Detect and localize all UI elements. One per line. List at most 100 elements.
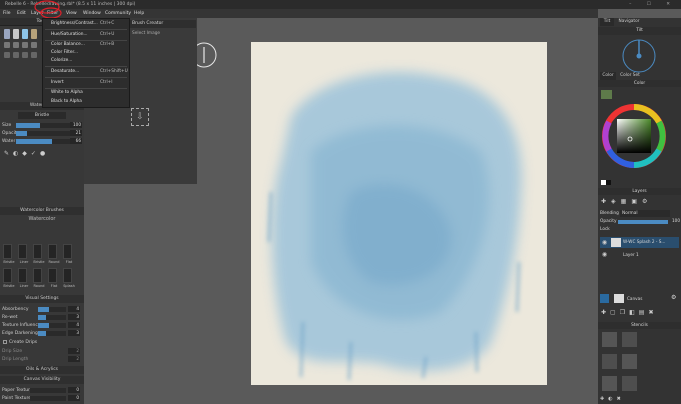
menu-item-color-balance[interactable]: Color Balance...: [51, 41, 85, 49]
menu-item-white-to-alpha[interactable]: White to Alpha: [51, 89, 83, 97]
stencil-add-icon[interactable]: ✚: [600, 396, 608, 402]
opacity-slider[interactable]: [16, 131, 70, 136]
current-color-swatch[interactable]: [601, 90, 612, 99]
brush-tool-icon[interactable]: [4, 29, 10, 39]
paper-texture-slider[interactable]: [30, 388, 66, 393]
color-wheel[interactable]: [600, 102, 672, 174]
visibility-eye-icon[interactable]: ◉: [601, 251, 608, 258]
edge-darkening-value[interactable]: 3: [68, 330, 80, 336]
brush-preset-10[interactable]: Splash: [63, 268, 75, 288]
menu-item-color-filter[interactable]: Color Filter...: [51, 49, 78, 57]
stencil-thumb-2[interactable]: [622, 332, 637, 347]
brush-preset-8[interactable]: Round: [33, 268, 45, 288]
select-tool-icon[interactable]: [31, 42, 37, 48]
layer-row[interactable]: ◉ Layer 1: [600, 250, 679, 259]
drop-image-icon[interactable]: ⇩: [131, 108, 149, 126]
brush-preset-5[interactable]: Flat: [63, 244, 72, 264]
stencil-thumb-6[interactable]: [622, 376, 637, 391]
add-layer-icon[interactable]: ✚: [601, 309, 610, 316]
brush-preset-3[interactable]: Bristle: [33, 244, 45, 264]
dry-layer-icon[interactable]: ◈: [611, 198, 621, 205]
mask-icon[interactable]: ◧: [629, 309, 639, 316]
dry-tool-icon[interactable]: [4, 52, 10, 58]
primary-color-swatch[interactable]: [606, 180, 611, 185]
texture-influence-value[interactable]: 4: [68, 322, 80, 328]
tilt-icon[interactable]: ✎: [4, 150, 13, 157]
texture-influence-slider[interactable]: [38, 323, 66, 328]
load-icon[interactable]: ✓: [31, 150, 40, 157]
edge-darkening-slider[interactable]: [38, 331, 66, 336]
absorbency-slider[interactable]: [38, 307, 66, 312]
menu-item-invert[interactable]: Invert: [51, 79, 64, 87]
paper-canvas[interactable]: [251, 42, 547, 385]
brush-preset-9[interactable]: Flat: [48, 268, 57, 288]
create-drips-checkbox[interactable]: [3, 340, 7, 344]
tab-color-set[interactable]: Color Set: [618, 72, 642, 80]
lock-icon[interactable]: ▤: [639, 309, 649, 316]
rewet-slider[interactable]: [38, 315, 66, 320]
brush-preset-6[interactable]: Bristle: [3, 268, 15, 288]
stencil-invert-icon[interactable]: ◐: [608, 396, 616, 402]
fill-tool-icon[interactable]: [22, 52, 28, 58]
blending-select[interactable]: Normal: [620, 210, 670, 217]
stencil-thumb-4[interactable]: [622, 354, 637, 369]
oils-acrylics-header[interactable]: Oils & Acrylics: [0, 366, 84, 374]
picker-tool-icon[interactable]: [31, 52, 37, 58]
eraser-tool-icon[interactable]: [4, 42, 10, 48]
layer-opacity-value[interactable]: 100: [668, 218, 680, 223]
water-value[interactable]: 66: [70, 138, 82, 144]
blend-tool-icon[interactable]: [22, 42, 28, 48]
rewet-value[interactable]: 3: [68, 314, 80, 320]
tilt-indicator-icon[interactable]: [618, 36, 660, 76]
oil-tool-icon[interactable]: [31, 29, 37, 39]
wet-icon[interactable]: ◆: [22, 150, 31, 157]
menu-item-colorize[interactable]: Colorize...: [51, 57, 72, 65]
tab-navigator[interactable]: Navigator: [615, 18, 643, 26]
visibility-eye-icon[interactable]: ◉: [601, 239, 608, 246]
paint-texture-slider[interactable]: [30, 396, 66, 401]
merge-layer-icon[interactable]: ▣: [631, 198, 642, 205]
brush-preset-4[interactable]: Round: [48, 244, 60, 264]
select-image-label[interactable]: Select Image: [130, 30, 196, 37]
stencil-delete-icon[interactable]: ✖: [617, 396, 625, 402]
trash-icon[interactable]: ✖: [648, 309, 657, 316]
stencil-thumb-1[interactable]: [602, 332, 617, 347]
menu-item-brightness[interactable]: Brightness/Contrast...: [51, 20, 98, 28]
brush-preset-7[interactable]: Liner: [18, 268, 28, 288]
drip-length-value[interactable]: 2: [68, 356, 80, 362]
stencil-thumb-3[interactable]: [602, 354, 617, 369]
wet-layer-icon[interactable]: ▦: [621, 198, 632, 205]
menu-item-black-to-alpha[interactable]: Black to Alpha: [51, 98, 82, 106]
canvas-visibility-header[interactable]: Canvas Visibility: [0, 376, 84, 384]
smudge-tool-icon[interactable]: [13, 42, 19, 48]
water-slider[interactable]: [16, 139, 70, 144]
layer-settings-icon[interactable]: ⚙: [642, 198, 652, 205]
paper-texture-value[interactable]: 0: [68, 387, 80, 393]
pressure-icon[interactable]: ◐: [13, 150, 22, 157]
copy-icon[interactable]: ❐: [620, 309, 629, 316]
watercolor-tool-icon[interactable]: [22, 29, 28, 39]
stencil-thumb-5[interactable]: [602, 376, 617, 391]
layer-row-selected[interactable]: ◉ W-WC Splash 2 - S...: [600, 237, 679, 248]
menu-item-desaturate[interactable]: Desaturate...: [51, 68, 79, 76]
canvas-visibility-icon[interactable]: [600, 294, 609, 303]
canvas-row[interactable]: Canvas ⚙: [600, 294, 679, 304]
brush-category-select[interactable]: Watercolor: [0, 216, 84, 223]
size-slider[interactable]: [16, 123, 70, 128]
pencil-tool-icon[interactable]: [13, 29, 19, 39]
wet-tool-icon[interactable]: [13, 52, 19, 58]
size-value[interactable]: 100: [70, 122, 82, 128]
drip-size-value[interactable]: 2: [68, 348, 80, 354]
menu-item-hue-saturation[interactable]: Hue/Saturation...: [51, 31, 88, 39]
folder-icon[interactable]: ▢: [610, 309, 620, 316]
pick-icon[interactable]: ●: [40, 150, 49, 157]
opacity-value[interactable]: 21: [70, 130, 82, 136]
canvas-settings-icon[interactable]: ⚙: [671, 294, 676, 301]
tab-color[interactable]: Color: [600, 72, 616, 80]
brush-preset-2[interactable]: Liner: [18, 244, 28, 264]
brush-preset-select[interactable]: Bristle: [18, 112, 66, 119]
brush-preset-1[interactable]: Bristle: [3, 244, 15, 264]
paint-texture-value[interactable]: 0: [68, 395, 80, 401]
layer-opacity-slider[interactable]: [618, 220, 668, 224]
tab-tilt[interactable]: Tilt: [600, 18, 614, 26]
